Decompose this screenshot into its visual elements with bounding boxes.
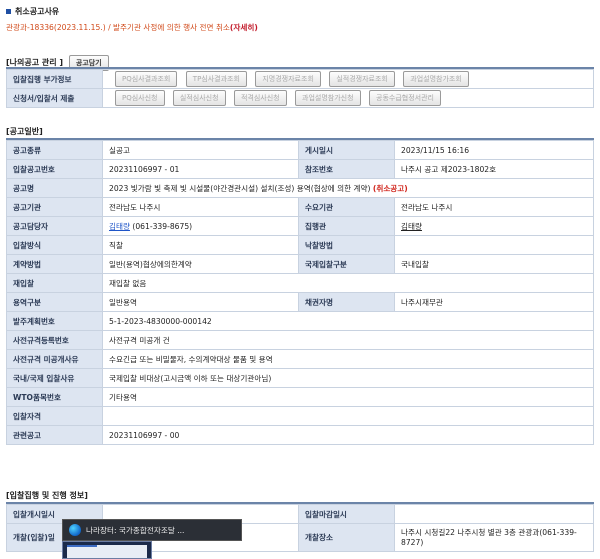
briefing-apply-button[interactable]: 과업설명참가신청 [295,90,361,106]
post-date-value: 2023/11/15 16:16 [394,140,594,160]
field-label: 입찰자격 [6,406,103,426]
field-label: 국내/국제 입찰사유 [6,368,103,388]
qualification-value [102,406,594,426]
rebid-value: 재입찰 없음 [102,273,594,293]
field-label: 공고종류 [6,140,103,160]
field-label: 수요기관 [298,197,395,217]
nominated-data-button[interactable]: 지명경쟁자료조회 [255,71,321,87]
demand-agency-link[interactable]: 전라남도 나주시 [394,197,594,217]
bid-method-value: 직찰 [102,235,299,255]
progress-section-title: [입찰집행 및 진행 정보] [6,491,88,500]
wto-item-value: 기타용역 [102,387,594,407]
general-info-table: 공고종류 실공고 게시일시 2023/11/15 16:16 입찰공고번호 20… [6,140,594,445]
field-label: 발주계획번호 [6,311,103,331]
row-label: 신청서/입찰서 제출 [6,88,103,108]
manager-link[interactable]: 김태량 [109,222,130,231]
contract-method-value: 일반(용역)협상에의한계약 [102,254,299,274]
eligibility-apply-button[interactable]: 적격심사신청 [233,90,287,106]
field-label: 국제입찰구분 [298,254,395,274]
pq-apply-button[interactable]: PQ심사신청 [115,90,165,106]
field-label: 입찰방식 [6,235,103,255]
reference-number-value: 나주시 공고 제2023-1802호 [394,159,594,179]
service-type-value: 일반용역 [102,292,299,312]
row-label: 입찰집행 부가정보 [6,69,103,89]
field-label: 입찰공고번호 [6,159,103,179]
field-label: 공고담당자 [6,216,103,236]
plan-number-link[interactable]: 5-1-2023-4830000-000142 [102,311,594,331]
cancelled-tag: (취소공고) [372,183,408,193]
field-label: 입찰마감일시 [298,504,395,524]
field-label: 용역구분 [6,292,103,312]
field-label: 재입찰 [6,273,103,293]
opening-place-value: 나주시 시청길22 나주시청 별관 3층 관광과(061-339-8727) [394,523,594,552]
square-bullet-icon [6,9,11,14]
field-label: 채권자명 [298,292,395,312]
tp-result-button[interactable]: TP심사결과조회 [185,71,247,87]
notice-name-value: 2023 빛가람 빛 축제 빛 시설물(야간경관시설) 설치(조성) 용역(협상… [109,183,371,193]
related-notice-link[interactable]: 20231106997 - 00 [102,425,594,445]
briefing-inquiry-button[interactable]: 과업설명참가조회 [403,71,469,87]
agency-link[interactable]: 전라남도 나주시 [102,197,299,217]
notice-name-cell: 2023 빛가람 빛 축제 빛 시설물(야간경관시설) 설치(조성) 용역(협상… [102,178,594,198]
field-label: WTO품목번호 [6,387,103,407]
performance-apply-button[interactable]: 실적심사신청 [172,90,226,106]
taskbar-preview-popup[interactable]: 나라장터: 국가종합전자조달 ... [62,519,242,541]
notice-number-value: 20231106997 - 01 [102,159,299,179]
field-label: 사전규격 미공개사유 [6,349,103,369]
joint-agreement-button[interactable]: 공동수급협정서관리 [369,90,441,106]
cancel-reason-title: 취소공고사유 [15,7,60,16]
thumbnail-bar [67,545,97,547]
my-notice-title: [나의공고 관리 ] [6,58,64,67]
award-method-value [394,235,594,255]
intl-reason-value: 국제입찰 비대상(고시금액 이하 또는 대상기관아님) [102,368,594,388]
manager-cell: 김태량 (061-339-8675) [102,216,299,236]
notice-type-value: 실공고 [102,140,299,160]
cancel-reason-message: 관광과-18336(2023.11.15.) / 발주기관 사정에 의한 행사 … [6,22,258,33]
performance-data-button[interactable]: 실적경쟁자료조회 [329,71,395,87]
intl-bid-value: 국내입찰 [394,254,594,274]
field-label: 게시일시 [298,140,395,160]
field-label: 집행관 [298,216,395,236]
pq-result-button[interactable]: PQ심사결과조회 [115,71,178,87]
taskbar-preview-title: 나라장터: 국가종합전자조달 ... [86,525,185,535]
field-label: 사전규격등록번호 [6,330,103,350]
manager-phone: (061-339-8675) [132,221,193,231]
field-label: 공고기관 [6,197,103,217]
bid-close-value [394,504,594,524]
field-label: 낙찰방법 [298,235,395,255]
bond-holder-value: 나주시재무관 [394,292,594,312]
cancel-reason-text: 관광과-18336(2023.11.15.) / 발주기관 사정에 의한 행사 … [6,23,230,32]
field-label: 참조번호 [298,159,395,179]
field-label: 공고명 [6,178,103,198]
my-notice-table: 입찰집행 부가정보 PQ심사결과조회 TP심사결과조회 지명경쟁자료조회 실적경… [6,69,594,108]
field-label: 관련공고 [6,425,103,445]
general-section-title: [공고일반] [6,127,43,136]
executor-link[interactable]: 김태량 [394,216,594,236]
prespec-reason-value: 수요긴급 또는 비밀물자, 수의계약대상 물품 및 용역 [102,349,594,369]
prespec-number-value: 사전규격 미공개 건 [102,330,594,350]
cancel-detail-link[interactable]: (자세히) [230,23,258,32]
taskbar-preview-thumbnail[interactable] [62,541,152,559]
field-label: 개찰장소 [298,523,395,552]
field-label: 계약방법 [6,254,103,274]
edge-browser-icon [69,524,81,536]
cancel-reason-header: 취소공고사유 [6,6,59,17]
